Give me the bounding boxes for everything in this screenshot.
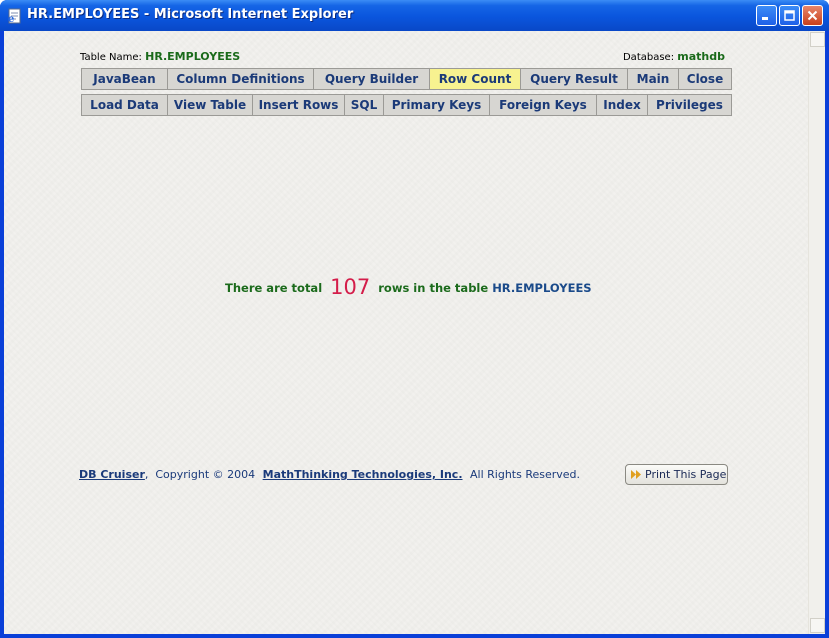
company-link[interactable]: MathThinking Technologies, Inc. (263, 468, 463, 481)
minimize-icon (762, 17, 768, 20)
database-label: Database: (622, 52, 675, 63)
nav-row-2: Load Data View Table Insert Rows SQL Pri… (81, 94, 732, 116)
message-table-name: HR.EMPLOYEES (492, 281, 592, 295)
print-button-label: Print This Page (645, 468, 727, 481)
nav-row-1: JavaBean Column Definitions Query Builde… (81, 68, 732, 90)
query-builder-button[interactable]: Query Builder (313, 68, 430, 90)
close-icon (807, 10, 818, 21)
print-page-button[interactable]: Print This Page (625, 464, 728, 485)
window-title: HR.EMPLOYEES - Microsoft Internet Explor… (27, 7, 354, 22)
vertical-scrollbar[interactable] (808, 31, 825, 634)
double-arrow-icon (631, 470, 641, 479)
close-window-button[interactable] (802, 5, 823, 26)
title-bar[interactable]: e HR.EMPLOYEES - Microsoft Internet Expl… (0, 0, 829, 31)
row-count-value: 107 (330, 275, 371, 299)
ie-page-icon: e (8, 8, 21, 24)
row-count-message: There are total 107 rows in the table HR… (225, 275, 592, 299)
message-middle: rows in the table (378, 281, 489, 295)
database-value: mathdb (677, 50, 725, 63)
foreign-keys-button[interactable]: Foreign Keys (489, 94, 597, 116)
message-prefix: There are total (225, 281, 323, 295)
scroll-up-button[interactable] (810, 32, 825, 47)
table-name-value: HR.EMPLOYEES (145, 50, 241, 63)
table-name-info: Table Name: HR.EMPLOYEES (80, 50, 240, 63)
javabean-button[interactable]: JavaBean (81, 68, 168, 90)
database-info: Database: mathdb (623, 50, 725, 63)
view-table-button[interactable]: View Table (167, 94, 253, 116)
db-cruiser-link[interactable]: DB Cruiser (79, 468, 145, 481)
main-button[interactable]: Main (627, 68, 679, 90)
rights-text: All Rights Reserved. (470, 468, 581, 481)
primary-keys-button[interactable]: Primary Keys (383, 94, 490, 116)
page-content: Table Name: HR.EMPLOYEES Database: mathd… (4, 31, 825, 634)
insert-rows-button[interactable]: Insert Rows (252, 94, 345, 116)
privileges-button[interactable]: Privileges (647, 94, 732, 116)
scroll-down-button[interactable] (810, 618, 825, 633)
row-count-button[interactable]: Row Count (429, 68, 521, 90)
load-data-button[interactable]: Load Data (81, 94, 168, 116)
maximize-icon (784, 10, 795, 21)
query-result-button[interactable]: Query Result (520, 68, 628, 90)
close-button[interactable]: Close (678, 68, 732, 90)
maximize-button[interactable] (779, 5, 800, 26)
index-button[interactable]: Index (596, 94, 648, 116)
svg-text:e: e (8, 14, 14, 24)
table-name-label: Table Name: (80, 52, 142, 63)
minimize-button[interactable] (756, 5, 777, 26)
footer: DB Cruiser, Copyright © 2004 MathThinkin… (79, 468, 580, 481)
browser-window: e HR.EMPLOYEES - Microsoft Internet Expl… (0, 0, 829, 638)
sql-button[interactable]: SQL (344, 94, 384, 116)
copyright-text: , Copyright © 2004 (144, 468, 256, 481)
column-definitions-button[interactable]: Column Definitions (167, 68, 314, 90)
